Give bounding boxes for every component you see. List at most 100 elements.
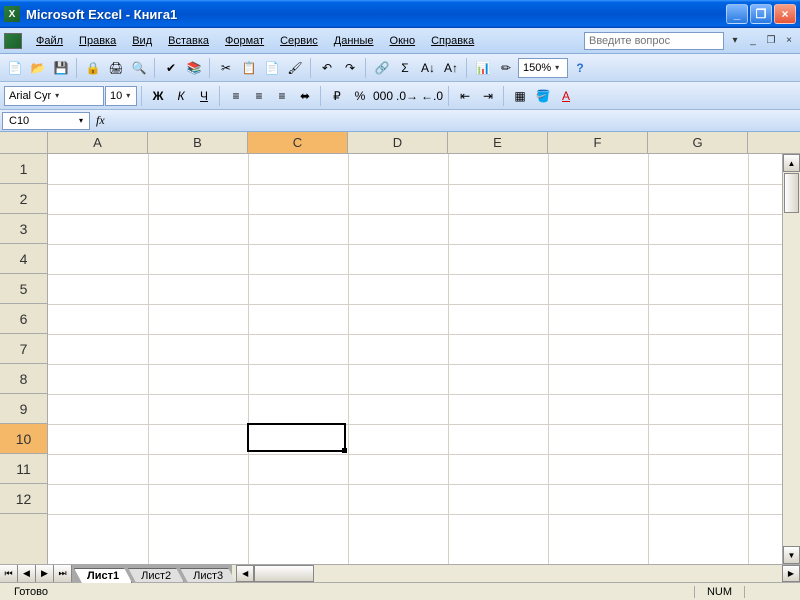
document-control-icon[interactable] — [4, 33, 22, 49]
increase-indent-button[interactable]: ⇥ — [477, 85, 499, 107]
select-all-corner[interactable] — [0, 132, 48, 153]
sort-asc-button[interactable]: A↓ — [417, 57, 439, 79]
row-header-12[interactable]: 12 — [0, 484, 47, 514]
align-left-button[interactable]: ≡ — [225, 85, 247, 107]
copy-button[interactable]: 📋 — [238, 57, 260, 79]
help-question-box[interactable] — [584, 32, 724, 50]
menu-insert[interactable]: Вставка — [160, 33, 217, 49]
percent-button[interactable]: % — [349, 85, 371, 107]
research-button[interactable]: 📚 — [183, 57, 205, 79]
row-header-11[interactable]: 11 — [0, 454, 47, 484]
row-header-3[interactable]: 3 — [0, 214, 47, 244]
menu-view[interactable]: Вид — [124, 33, 160, 49]
chart-wizard-button[interactable]: 📊 — [472, 57, 494, 79]
row-header-6[interactable]: 6 — [0, 304, 47, 334]
menu-help[interactable]: Справка — [423, 33, 482, 49]
help-button[interactable]: ? — [569, 57, 591, 79]
zoom-combo[interactable]: 150%▾ — [518, 58, 568, 78]
bold-button[interactable]: Ж — [147, 85, 169, 107]
italic-button[interactable]: К — [170, 85, 192, 107]
fill-color-button[interactable]: 🪣 — [532, 85, 554, 107]
font-size-combo[interactable]: 10▾ — [105, 86, 137, 106]
menu-window[interactable]: Окно — [382, 33, 424, 49]
maximize-button[interactable]: ❐ — [750, 4, 772, 24]
tab-nav-last-button[interactable]: ⏭ — [54, 565, 72, 582]
menu-format[interactable]: Формат — [217, 33, 272, 49]
fx-icon[interactable]: fx — [96, 113, 105, 128]
underline-button[interactable]: Ч — [193, 85, 215, 107]
print-button[interactable]: 🖨 — [105, 57, 127, 79]
column-header-D[interactable]: D — [348, 132, 448, 153]
name-box[interactable]: C10 ▾ — [2, 112, 90, 130]
menu-tools[interactable]: Сервис — [272, 33, 326, 49]
row-header-8[interactable]: 8 — [0, 364, 47, 394]
scroll-right-button[interactable]: ▶ — [782, 565, 800, 582]
sheet-tab-2[interactable]: Лист2 — [128, 568, 184, 583]
drawing-toolbar-button[interactable]: ✏ — [495, 57, 517, 79]
row-header-9[interactable]: 9 — [0, 394, 47, 424]
save-button[interactable]: 💾 — [50, 57, 72, 79]
row-header-7[interactable]: 7 — [0, 334, 47, 364]
sort-desc-button[interactable]: A↑ — [440, 57, 462, 79]
increase-decimal-button[interactable]: .0→ — [395, 85, 419, 107]
scroll-left-button[interactable]: ◀ — [236, 565, 254, 582]
spellcheck-button[interactable]: ✔ — [160, 57, 182, 79]
autosum-button[interactable]: Σ — [394, 57, 416, 79]
row-header-5[interactable]: 5 — [0, 274, 47, 304]
qbox-dropdown-icon[interactable]: ▾ — [728, 34, 742, 48]
doc-close-button[interactable]: × — [782, 34, 796, 48]
hyperlink-button[interactable]: 🔗 — [371, 57, 393, 79]
row-header-4[interactable]: 4 — [0, 244, 47, 274]
menu-data[interactable]: Данные — [326, 33, 382, 49]
column-header-C[interactable]: C — [248, 132, 348, 153]
row-header-1[interactable]: 1 — [0, 154, 47, 184]
column-header-G[interactable]: G — [648, 132, 748, 153]
comma-style-button[interactable]: 000 — [372, 85, 394, 107]
new-button[interactable]: 📄 — [4, 57, 26, 79]
column-header-A[interactable]: A — [48, 132, 148, 153]
scroll-down-button[interactable]: ▼ — [783, 546, 800, 564]
vertical-scrollbar[interactable]: ▲ ▼ — [782, 154, 800, 564]
tab-nav-first-button[interactable]: ⏮ — [0, 565, 18, 582]
horizontal-scrollbar[interactable]: ◀ ▶ — [236, 565, 800, 582]
font-name-combo[interactable]: Arial Cyr▾ — [4, 86, 104, 106]
redo-button[interactable]: ↷ — [339, 57, 361, 79]
align-center-button[interactable]: ≡ — [248, 85, 270, 107]
column-header-F[interactable]: F — [548, 132, 648, 153]
scroll-up-button[interactable]: ▲ — [783, 154, 800, 172]
undo-button[interactable]: ↶ — [316, 57, 338, 79]
minimize-button[interactable]: _ — [726, 4, 748, 24]
merge-center-button[interactable]: ⬌ — [294, 85, 316, 107]
formula-input[interactable] — [111, 112, 798, 130]
sheet-tab-3[interactable]: Лист3 — [180, 568, 236, 583]
doc-minimize-button[interactable]: _ — [746, 34, 760, 48]
decrease-decimal-button[interactable]: ←.0 — [420, 85, 444, 107]
tab-nav-prev-button[interactable]: ◀ — [18, 565, 36, 582]
borders-button[interactable]: ▦ — [509, 85, 531, 107]
column-header-E[interactable]: E — [448, 132, 548, 153]
menu-edit[interactable]: Правка — [71, 33, 124, 49]
menu-file[interactable]: Файл — [28, 33, 71, 49]
vscroll-thumb[interactable] — [784, 173, 799, 213]
decrease-indent-button[interactable]: ⇤ — [454, 85, 476, 107]
currency-button[interactable]: ₽ — [326, 85, 348, 107]
doc-restore-button[interactable]: ❐ — [764, 34, 778, 48]
cut-button[interactable]: ✂ — [215, 57, 237, 79]
hscroll-thumb[interactable] — [254, 565, 314, 582]
tab-nav-next-button[interactable]: ▶ — [36, 565, 54, 582]
cells-area[interactable] — [48, 154, 782, 564]
permissions-button[interactable]: 🔒 — [82, 57, 104, 79]
font-color-button[interactable]: A — [555, 85, 577, 107]
close-button[interactable]: × — [774, 4, 796, 24]
row-header-10[interactable]: 10 — [0, 424, 47, 454]
sheet-tab-1[interactable]: Лист1 — [74, 568, 132, 583]
row-header-2[interactable]: 2 — [0, 184, 47, 214]
paste-button[interactable]: 📄 — [261, 57, 283, 79]
format-painter-button[interactable]: 🖌 — [284, 57, 306, 79]
print-preview-button[interactable]: 🔍 — [128, 57, 150, 79]
active-cell-cursor[interactable] — [247, 423, 346, 452]
open-button[interactable]: 📂 — [27, 57, 49, 79]
column-header-B[interactable]: B — [148, 132, 248, 153]
name-box-dropdown-icon[interactable]: ▾ — [79, 116, 83, 125]
align-right-button[interactable]: ≡ — [271, 85, 293, 107]
